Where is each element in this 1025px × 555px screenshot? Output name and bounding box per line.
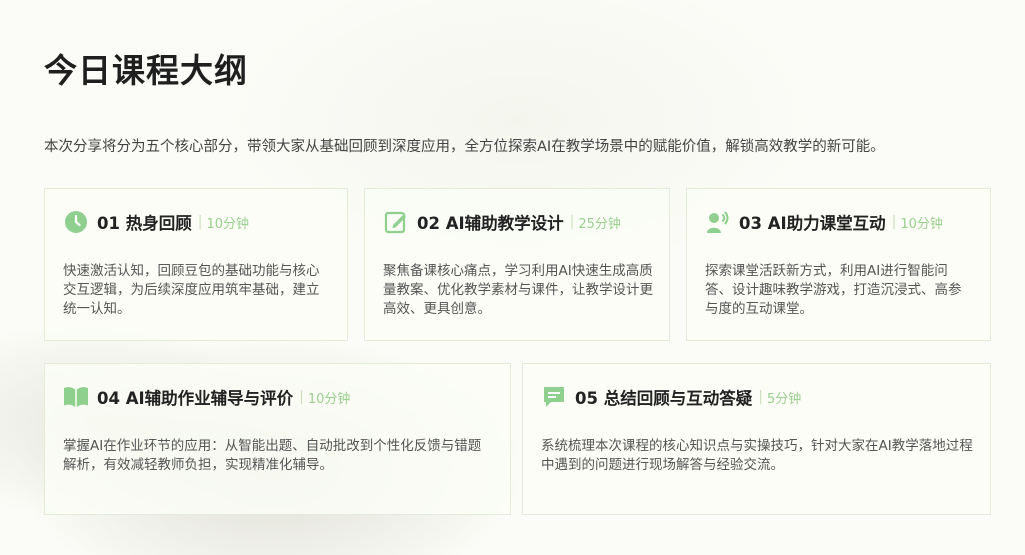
intro-text: 本次分享将分为五个核心部分，带领大家从基础回顾到深度应用，全方位探索AI在教学场… (44, 139, 885, 155)
speaker-user-icon (705, 209, 731, 235)
duration-label: 10分钟 (900, 216, 943, 232)
section-card-homework: 04 AI辅助作业辅导与评价 | 10分钟 掌握AI在作业环节的应用：从智能出题… (44, 363, 511, 515)
book-icon (63, 384, 89, 410)
card-description: 聚焦备课核心痛点，学习利用AI快速生成高质量教案、优化教学素材与课件，让教学设计… (383, 263, 653, 317)
card-header: 01 热身回顾 | 10分钟 (63, 207, 249, 237)
duration-label: 10分钟 (206, 216, 249, 232)
card-header: 03 AI助力课堂互动 | 10分钟 (705, 207, 943, 237)
card-header: 02 AI辅助教学设计 | 25分钟 (383, 207, 621, 237)
card-description: 系统梳理本次课程的核心知识点与实操技巧，针对大家在AI教学落地过程中遇到的问题进… (541, 438, 973, 473)
title-divider: | (197, 214, 203, 230)
title-divider: | (891, 214, 897, 230)
page-title: 今日课程大纲 (44, 51, 248, 90)
card-title: 03 AI助力课堂互动 (739, 214, 886, 233)
chat-icon (541, 384, 567, 410)
edit-icon (383, 209, 409, 235)
card-title: 05 总结回顾与互动答疑 (575, 389, 753, 408)
duration-label: 10分钟 (307, 391, 351, 407)
duration-label: 25分钟 (578, 216, 621, 232)
title-divider: | (569, 214, 575, 230)
section-card-teaching-design: 02 AI辅助教学设计 | 25分钟 聚焦备课核心痛点，学习利用AI快速生成高质… (364, 188, 670, 341)
duration-label: 5分钟 (766, 391, 802, 407)
card-title: 01 热身回顾 (97, 214, 192, 233)
card-description: 探索课堂活跃新方式，利用AI进行智能问答、设计趣味教学游戏，打造沉浸式、高参与度… (705, 263, 962, 317)
clock-icon (63, 209, 89, 235)
title-divider: | (299, 389, 304, 405)
title-divider: | (758, 389, 763, 405)
section-card-summary-qa: 05 总结回顾与互动答疑 | 5分钟 系统梳理本次课程的核心知识点与实操技巧，针… (522, 363, 991, 515)
card-title: 02 AI辅助教学设计 (417, 214, 564, 233)
card-header: 05 总结回顾与互动答疑 | 5分钟 (541, 382, 801, 412)
card-description: 掌握AI在作业环节的应用：从智能出题、自动批改到个性化反馈与错题解析，有效减轻教… (63, 438, 482, 473)
card-title: 04 AI辅助作业辅导与评价 (97, 389, 294, 408)
card-description: 快速激活认知，回顾豆包的基础功能与核心交互逻辑，为后续深度应用筑牢基础，建立统一… (63, 263, 320, 317)
section-card-classroom-interaction: 03 AI助力课堂互动 | 10分钟 探索课堂活跃新方式，利用AI进行智能问答、… (686, 188, 991, 341)
section-card-warmup: 01 热身回顾 | 10分钟 快速激活认知，回顾豆包的基础功能与核心交互逻辑，为… (44, 188, 348, 341)
card-header: 04 AI辅助作业辅导与评价 | 10分钟 (63, 382, 350, 412)
